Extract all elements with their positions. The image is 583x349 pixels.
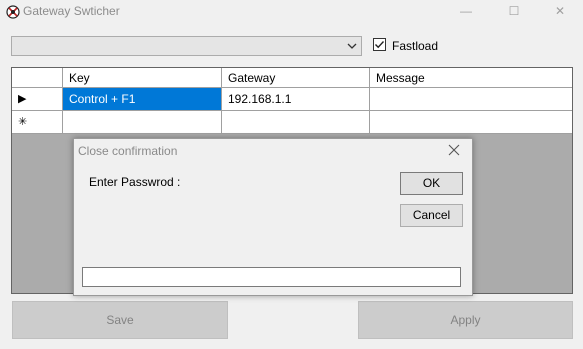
row-header[interactable]: ▶	[12, 88, 63, 111]
cell-gateway[interactable]: 192.168.1.1	[222, 88, 370, 111]
save-button[interactable]: Save	[12, 301, 228, 339]
cell-message[interactable]	[370, 88, 572, 111]
cell-key[interactable]: Control + F1	[63, 88, 222, 111]
current-row-arrow-icon: ▶	[18, 93, 27, 105]
ok-button[interactable]: OK	[400, 172, 463, 195]
window-title: Gateway Swticher	[23, 4, 120, 18]
password-prompt-label: Enter Passwrod :	[89, 175, 181, 189]
column-header-key[interactable]: Key	[63, 68, 222, 88]
column-header-message[interactable]: Message	[370, 68, 572, 88]
row-header-corner	[12, 68, 63, 88]
close-confirmation-dialog: Close confirmation Enter Passwrod : OK C…	[73, 138, 473, 296]
cell-message[interactable]	[370, 111, 572, 134]
cancel-button[interactable]: Cancel	[400, 204, 463, 227]
column-header-gateway[interactable]: Gateway	[222, 68, 370, 88]
table-row[interactable]: ▶ Control + F1 192.168.1.1	[12, 88, 572, 111]
checkmark-icon	[375, 41, 385, 49]
dialog-title: Close confirmation	[78, 144, 178, 158]
title-bar: Gateway Swticher — ☐ ✕	[0, 0, 583, 23]
cell-key-text: Control + F1	[69, 92, 136, 106]
close-icon[interactable]	[446, 142, 462, 158]
cell-gateway-text: 192.168.1.1	[228, 92, 292, 106]
password-input[interactable]	[82, 267, 461, 287]
gateway-combo-box[interactable]	[11, 36, 362, 56]
row-header[interactable]: ✳	[12, 111, 63, 134]
minimize-button[interactable]: —	[443, 0, 489, 23]
maximize-button[interactable]: ☐	[491, 0, 537, 23]
apply-button[interactable]: Apply	[358, 301, 573, 339]
cell-gateway[interactable]	[222, 111, 370, 134]
chevron-down-icon[interactable]	[345, 39, 359, 53]
column-header-label: Gateway	[228, 71, 276, 85]
fastload-checkbox[interactable]	[373, 38, 386, 51]
column-header-label: Message	[376, 71, 425, 85]
cell-key[interactable]	[63, 111, 222, 134]
fastload-label[interactable]: Fastload	[392, 39, 438, 53]
column-header-label: Key	[69, 71, 90, 85]
close-window-button[interactable]: ✕	[537, 0, 583, 23]
new-row-asterisk-icon: ✳	[18, 116, 28, 128]
app-logo-icon	[6, 5, 20, 19]
new-row[interactable]: ✳	[12, 111, 572, 134]
